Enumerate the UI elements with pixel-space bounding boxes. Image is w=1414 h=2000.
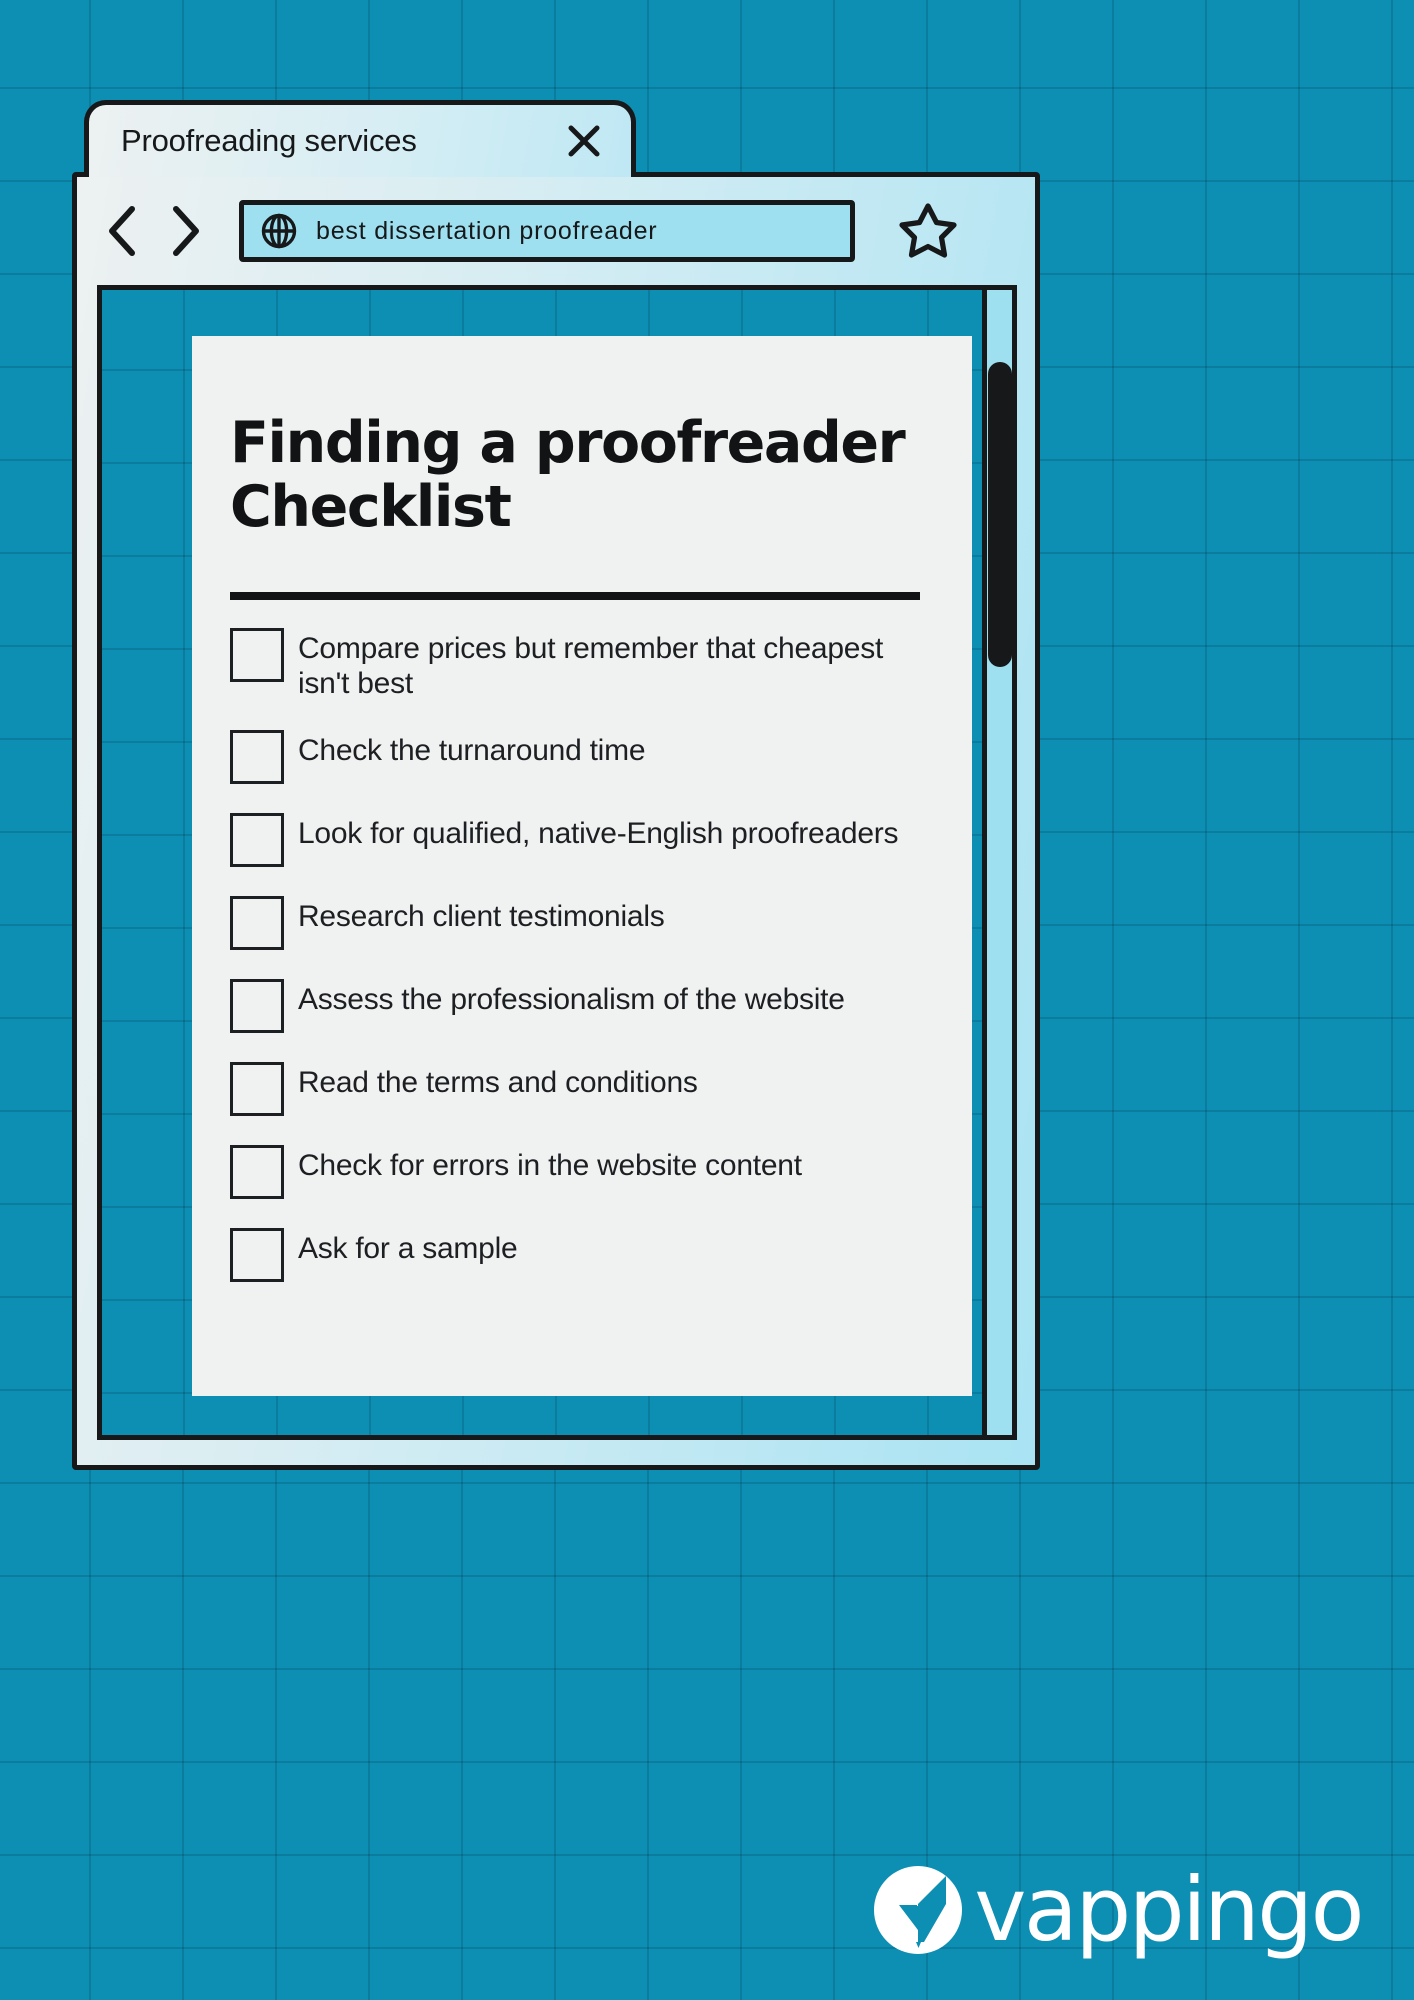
checkbox-icon[interactable] xyxy=(230,1061,284,1116)
list-item-label: Read the terms and conditions xyxy=(298,1065,698,1099)
page-title: Finding a proofreader Checklist xyxy=(230,410,906,540)
list-item[interactable]: Compare prices but remember that cheapes… xyxy=(230,626,926,701)
browser-tab[interactable]: Proofreading services xyxy=(84,100,636,177)
scrollbar-thumb[interactable] xyxy=(988,362,1012,667)
checklist-card: Finding a proofreader Checklist Compare … xyxy=(192,336,972,1396)
list-item[interactable]: Research client testimonials xyxy=(230,894,926,950)
vappingo-logo: vappingo xyxy=(872,1858,1364,1962)
list-item-label: Check the turnaround time xyxy=(298,733,646,767)
browser-frame: best dissertation proofreader Finding a … xyxy=(72,172,1040,1470)
star-icon[interactable] xyxy=(897,200,959,262)
address-bar[interactable]: best dissertation proofreader xyxy=(239,200,855,262)
vappingo-wordmark: vappingo xyxy=(974,1858,1364,1962)
list-item-label: Ask for a sample xyxy=(298,1231,518,1265)
close-icon[interactable] xyxy=(567,124,601,158)
list-item-label: Look for qualified, native-English proof… xyxy=(298,816,899,850)
list-item[interactable]: Check for errors in the website content xyxy=(230,1143,926,1199)
browser-toolbar: best dissertation proofreader xyxy=(77,177,1035,285)
page-viewport: Finding a proofreader Checklist Compare … xyxy=(97,285,1017,1440)
title-divider xyxy=(230,591,920,600)
globe-icon xyxy=(260,212,298,250)
vertical-scrollbar[interactable] xyxy=(982,290,1012,1435)
list-item-label: Research client testimonials xyxy=(298,899,665,933)
list-item[interactable]: Look for qualified, native-English proof… xyxy=(230,811,926,867)
checkbox-icon[interactable] xyxy=(230,1227,284,1282)
browser-window: Proofreading services best dissertation … xyxy=(72,100,1040,1470)
checkbox-icon[interactable] xyxy=(230,627,284,682)
list-item[interactable]: Read the terms and conditions xyxy=(230,1060,926,1116)
list-item-label: Check for errors in the website content xyxy=(298,1148,802,1182)
list-item-label: Compare prices but remember that cheapes… xyxy=(298,631,884,700)
browser-tab-title: Proofreading services xyxy=(121,123,417,158)
checkbox-icon[interactable] xyxy=(230,1144,284,1199)
checkbox-icon[interactable] xyxy=(230,729,284,784)
list-item[interactable]: Assess the professionalism of the websit… xyxy=(230,977,926,1033)
address-input-value: best dissertation proofreader xyxy=(316,216,658,245)
vappingo-check-circle-icon xyxy=(872,1864,964,1956)
list-item[interactable]: Check the turnaround time xyxy=(230,728,926,784)
list-item-label: Assess the professionalism of the websit… xyxy=(298,982,845,1016)
checklist: Compare prices but remember that cheapes… xyxy=(230,626,926,1282)
list-item[interactable]: Ask for a sample xyxy=(230,1226,926,1282)
chevron-right-icon[interactable] xyxy=(163,203,207,259)
checkbox-icon[interactable] xyxy=(230,895,284,950)
checkbox-icon[interactable] xyxy=(230,812,284,867)
chevron-left-icon[interactable] xyxy=(101,203,145,259)
checkbox-icon[interactable] xyxy=(230,978,284,1033)
